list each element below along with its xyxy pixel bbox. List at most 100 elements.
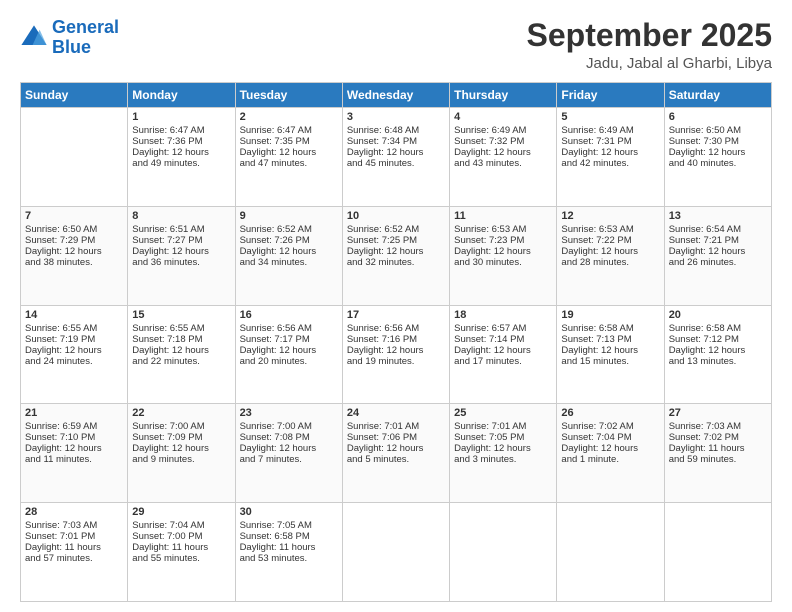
day-info: Daylight: 12 hours (669, 345, 767, 356)
calendar-cell: 1Sunrise: 6:47 AMSunset: 7:36 PMDaylight… (128, 108, 235, 207)
calendar-cell: 28Sunrise: 7:03 AMSunset: 7:01 PMDayligh… (21, 503, 128, 602)
day-info: and 19 minutes. (347, 356, 445, 367)
day-number: 18 (454, 309, 552, 321)
calendar-cell: 19Sunrise: 6:58 AMSunset: 7:13 PMDayligh… (557, 305, 664, 404)
day-info: Daylight: 12 hours (561, 443, 659, 454)
col-header-tuesday: Tuesday (235, 83, 342, 108)
calendar-cell: 30Sunrise: 7:05 AMSunset: 6:58 PMDayligh… (235, 503, 342, 602)
day-info: Sunset: 7:30 PM (669, 136, 767, 147)
col-header-thursday: Thursday (450, 83, 557, 108)
calendar-cell: 25Sunrise: 7:01 AMSunset: 7:05 PMDayligh… (450, 404, 557, 503)
day-info: Sunrise: 6:56 AM (240, 323, 338, 334)
day-number: 22 (132, 407, 230, 419)
day-info: and 7 minutes. (240, 454, 338, 465)
calendar-cell: 26Sunrise: 7:02 AMSunset: 7:04 PMDayligh… (557, 404, 664, 503)
calendar-cell: 29Sunrise: 7:04 AMSunset: 7:00 PMDayligh… (128, 503, 235, 602)
day-info: and 57 minutes. (25, 553, 123, 564)
day-info: and 3 minutes. (454, 454, 552, 465)
calendar-cell: 3Sunrise: 6:48 AMSunset: 7:34 PMDaylight… (342, 108, 449, 207)
logo-blue: Blue (52, 38, 119, 58)
day-info: and 1 minute. (561, 454, 659, 465)
calendar-cell: 24Sunrise: 7:01 AMSunset: 7:06 PMDayligh… (342, 404, 449, 503)
day-number: 15 (132, 309, 230, 321)
day-info: Sunrise: 6:48 AM (347, 125, 445, 136)
day-info: Daylight: 12 hours (454, 147, 552, 158)
day-number: 25 (454, 407, 552, 419)
day-info: Sunrise: 7:00 AM (240, 421, 338, 432)
col-header-monday: Monday (128, 83, 235, 108)
day-number: 29 (132, 506, 230, 518)
calendar-cell: 2Sunrise: 6:47 AMSunset: 7:35 PMDaylight… (235, 108, 342, 207)
day-info: Daylight: 12 hours (132, 147, 230, 158)
calendar-cell (342, 503, 449, 602)
day-info: Daylight: 11 hours (132, 542, 230, 553)
day-info: Sunset: 7:35 PM (240, 136, 338, 147)
day-info: Sunset: 7:19 PM (25, 334, 123, 345)
day-info: Sunrise: 7:00 AM (132, 421, 230, 432)
day-info: Daylight: 11 hours (25, 542, 123, 553)
day-number: 14 (25, 309, 123, 321)
day-info: Sunset: 7:00 PM (132, 531, 230, 542)
day-info: Sunrise: 7:03 AM (669, 421, 767, 432)
calendar-cell: 13Sunrise: 6:54 AMSunset: 7:21 PMDayligh… (664, 206, 771, 305)
day-info: Daylight: 12 hours (25, 246, 123, 257)
calendar-cell: 16Sunrise: 6:56 AMSunset: 7:17 PMDayligh… (235, 305, 342, 404)
day-info: Sunrise: 6:59 AM (25, 421, 123, 432)
day-info: Sunset: 7:08 PM (240, 432, 338, 443)
day-info: and 34 minutes. (240, 257, 338, 268)
col-header-saturday: Saturday (664, 83, 771, 108)
day-info: and 32 minutes. (347, 257, 445, 268)
day-info: and 36 minutes. (132, 257, 230, 268)
day-number: 27 (669, 407, 767, 419)
day-info: and 15 minutes. (561, 356, 659, 367)
calendar-cell (557, 503, 664, 602)
day-info: and 24 minutes. (25, 356, 123, 367)
col-header-sunday: Sunday (21, 83, 128, 108)
day-number: 6 (669, 111, 767, 123)
header: General Blue September 2025 Jadu, Jabal … (20, 18, 772, 72)
day-info: and 49 minutes. (132, 158, 230, 169)
calendar-cell: 21Sunrise: 6:59 AMSunset: 7:10 PMDayligh… (21, 404, 128, 503)
day-number: 7 (25, 210, 123, 222)
calendar-week-3: 14Sunrise: 6:55 AMSunset: 7:19 PMDayligh… (21, 305, 772, 404)
day-info: Sunrise: 6:52 AM (240, 224, 338, 235)
day-info: and 40 minutes. (669, 158, 767, 169)
location-title: Jadu, Jabal al Gharbi, Libya (527, 55, 772, 72)
day-info: Sunrise: 6:53 AM (561, 224, 659, 235)
day-info: Sunrise: 6:50 AM (669, 125, 767, 136)
day-info: Sunset: 6:58 PM (240, 531, 338, 542)
day-info: Sunset: 7:21 PM (669, 235, 767, 246)
calendar-cell: 20Sunrise: 6:58 AMSunset: 7:12 PMDayligh… (664, 305, 771, 404)
day-info: Daylight: 12 hours (347, 246, 445, 257)
day-info: Sunset: 7:34 PM (347, 136, 445, 147)
day-info: Daylight: 12 hours (240, 147, 338, 158)
day-info: and 45 minutes. (347, 158, 445, 169)
logo-general: General (52, 17, 119, 37)
day-info: and 55 minutes. (132, 553, 230, 564)
day-info: Daylight: 12 hours (132, 443, 230, 454)
calendar-cell: 7Sunrise: 6:50 AMSunset: 7:29 PMDaylight… (21, 206, 128, 305)
calendar-cell: 5Sunrise: 6:49 AMSunset: 7:31 PMDaylight… (557, 108, 664, 207)
calendar-cell: 27Sunrise: 7:03 AMSunset: 7:02 PMDayligh… (664, 404, 771, 503)
day-info: Sunset: 7:13 PM (561, 334, 659, 345)
calendar-table: SundayMondayTuesdayWednesdayThursdayFrid… (20, 82, 772, 602)
day-info: Sunrise: 6:57 AM (454, 323, 552, 334)
calendar-header-row: SundayMondayTuesdayWednesdayThursdayFrid… (21, 83, 772, 108)
day-info: Sunset: 7:02 PM (669, 432, 767, 443)
day-info: Sunset: 7:04 PM (561, 432, 659, 443)
day-info: and 38 minutes. (25, 257, 123, 268)
day-info: Daylight: 12 hours (669, 147, 767, 158)
day-number: 2 (240, 111, 338, 123)
day-info: and 30 minutes. (454, 257, 552, 268)
day-number: 1 (132, 111, 230, 123)
day-info: Sunset: 7:31 PM (561, 136, 659, 147)
calendar-cell: 10Sunrise: 6:52 AMSunset: 7:25 PMDayligh… (342, 206, 449, 305)
day-info: Sunset: 7:22 PM (561, 235, 659, 246)
day-info: and 26 minutes. (669, 257, 767, 268)
day-info: and 47 minutes. (240, 158, 338, 169)
day-info: Sunrise: 6:50 AM (25, 224, 123, 235)
day-info: and 5 minutes. (347, 454, 445, 465)
calendar-cell: 11Sunrise: 6:53 AMSunset: 7:23 PMDayligh… (450, 206, 557, 305)
day-info: and 43 minutes. (454, 158, 552, 169)
col-header-wednesday: Wednesday (342, 83, 449, 108)
